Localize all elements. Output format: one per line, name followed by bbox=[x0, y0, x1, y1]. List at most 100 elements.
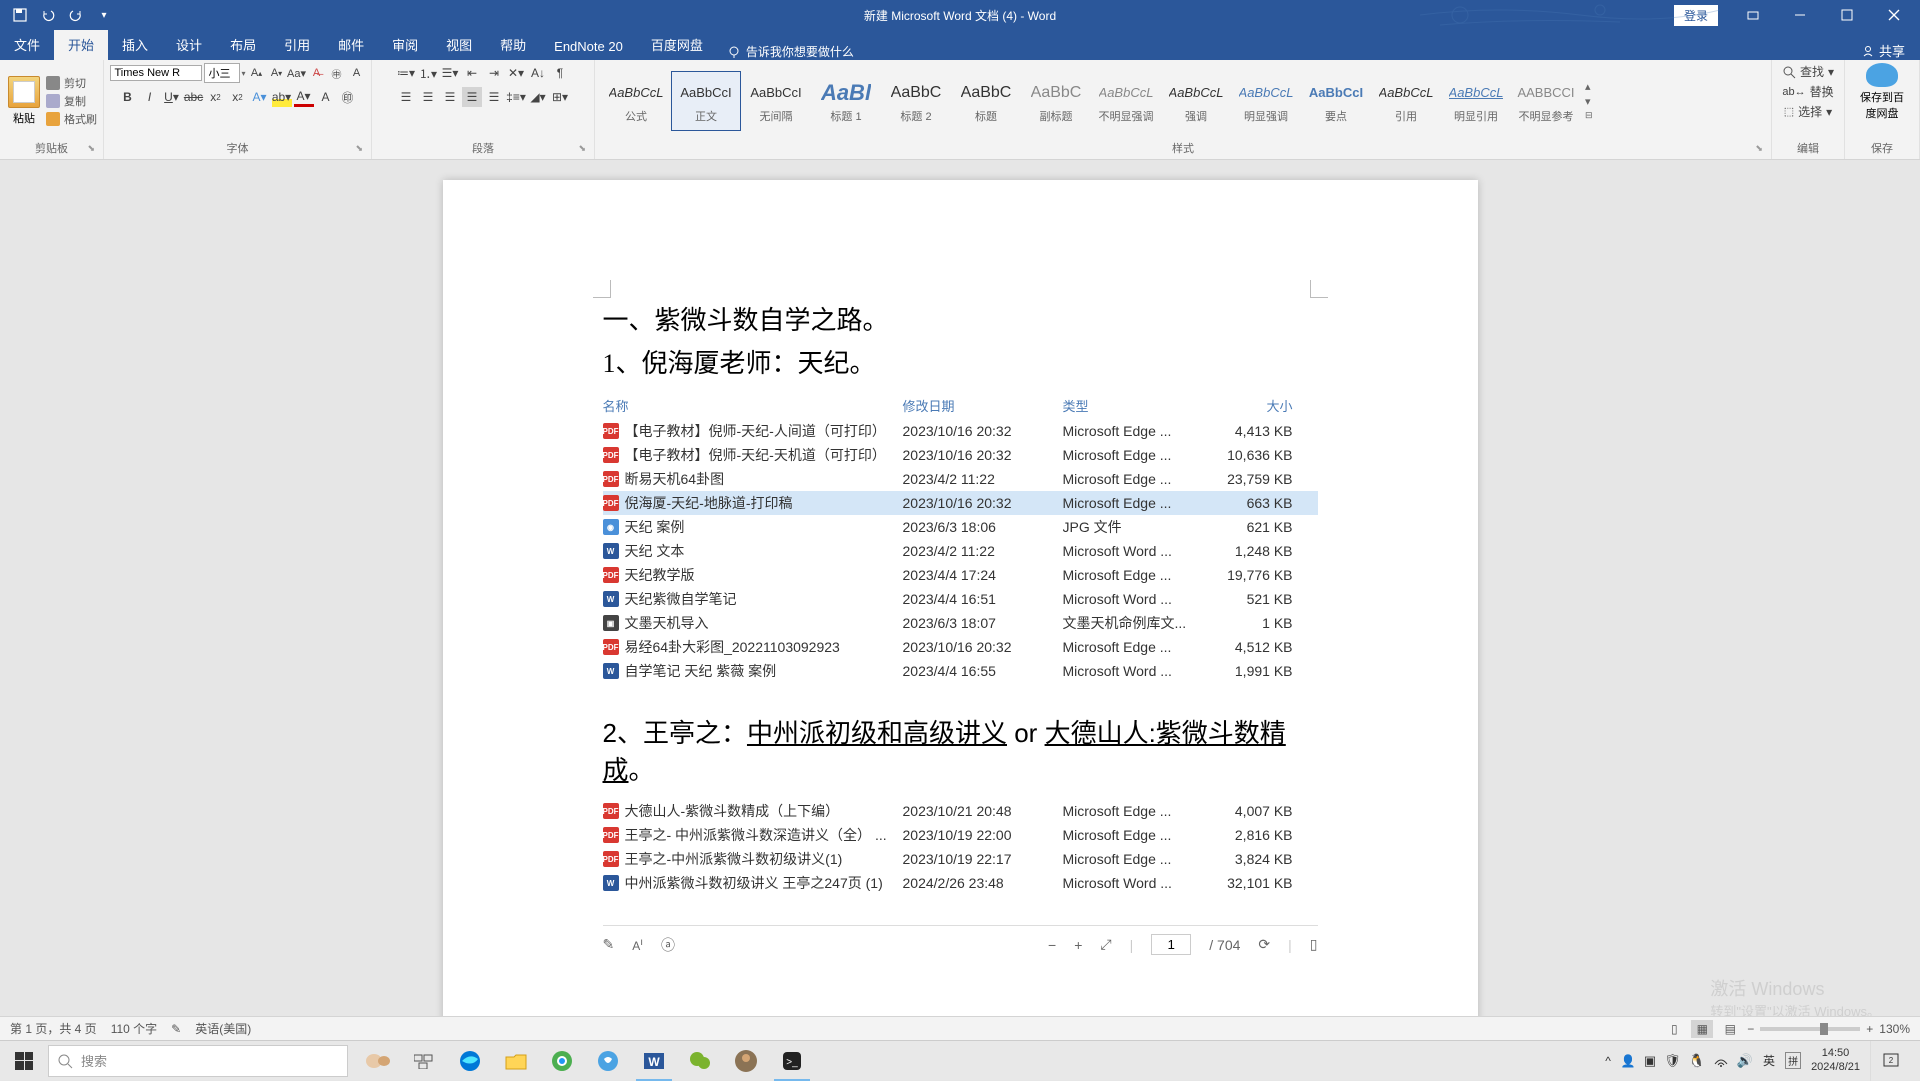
char-border-icon[interactable]: A bbox=[348, 63, 366, 83]
tab-home[interactable]: 开始 bbox=[54, 29, 108, 60]
style-item[interactable]: AaBbCcL公式 bbox=[601, 71, 671, 131]
maximize-icon[interactable] bbox=[1824, 0, 1869, 30]
font-name-input[interactable]: Times New R bbox=[110, 65, 202, 81]
zoom-level[interactable]: 130% bbox=[1879, 1022, 1910, 1036]
align-center-icon[interactable]: ☰ bbox=[418, 87, 438, 107]
clipboard-launcher-icon[interactable]: ⬊ bbox=[87, 143, 95, 154]
print-layout-icon[interactable]: ▦ bbox=[1691, 1020, 1713, 1038]
tab-endnote[interactable]: EndNote 20 bbox=[540, 33, 637, 60]
read-aloud-icon[interactable]: ⓐ bbox=[661, 935, 675, 955]
tray-qq-icon[interactable]: 🐧 bbox=[1689, 1053, 1705, 1069]
tab-references[interactable]: 引用 bbox=[270, 29, 324, 60]
style-item[interactable]: AaBbCcI正文 bbox=[671, 71, 741, 131]
start-button[interactable] bbox=[0, 1041, 48, 1081]
style-item[interactable]: AaBbCcL强调 bbox=[1161, 71, 1231, 131]
paste-button[interactable]: 粘贴 bbox=[6, 74, 42, 128]
borders-icon[interactable]: ⊞▾ bbox=[550, 87, 570, 107]
numbering-icon[interactable]: ⒈▾ bbox=[418, 63, 438, 83]
zoom-out-button[interactable]: − bbox=[1747, 1022, 1754, 1036]
subscript-button[interactable]: x2 bbox=[206, 87, 226, 107]
save-cloud-button[interactable]: 保存到百度网盘 bbox=[1857, 63, 1907, 121]
page-number-input[interactable] bbox=[1151, 934, 1191, 955]
style-item[interactable]: AABBCCI不明显参考 bbox=[1511, 71, 1581, 131]
style-item[interactable]: AaBbCcL不明显强调 bbox=[1091, 71, 1161, 131]
style-item[interactable]: AaBbCcI无间隔 bbox=[741, 71, 811, 131]
styles-launcher-icon[interactable]: ⬊ bbox=[1755, 143, 1763, 154]
text-effects-icon[interactable]: A▾ bbox=[250, 87, 270, 107]
style-item[interactable]: AaBl标题 1 bbox=[811, 71, 881, 131]
rotate-icon[interactable]: ⟳ bbox=[1258, 936, 1270, 953]
replace-button[interactable]: ab↔替换 bbox=[1782, 83, 1833, 100]
share-button[interactable]: 共享 bbox=[1861, 41, 1905, 60]
app-word[interactable]: W bbox=[632, 1041, 676, 1081]
underline-button[interactable]: U▾ bbox=[162, 87, 182, 107]
language-status[interactable]: 英语(美国) bbox=[195, 1020, 251, 1037]
tab-insert[interactable]: 插入 bbox=[108, 29, 162, 60]
app-terminal[interactable]: >_ bbox=[770, 1041, 814, 1081]
tab-layout[interactable]: 布局 bbox=[216, 29, 270, 60]
increase-indent-icon[interactable]: ⇥ bbox=[484, 63, 504, 83]
change-case-icon[interactable]: Aa▾ bbox=[288, 63, 306, 83]
format-painter-button[interactable]: 格式刷 bbox=[46, 111, 97, 127]
minimize-icon[interactable] bbox=[1777, 0, 1822, 30]
word-count[interactable]: 110 个字 bbox=[111, 1020, 157, 1037]
styles-more-icon[interactable]: ▴▾⊟ bbox=[1581, 80, 1597, 121]
style-item[interactable]: AaBbC副标题 bbox=[1021, 71, 1091, 131]
app-explorer[interactable] bbox=[494, 1041, 538, 1081]
tray-overflow-icon[interactable]: ^ bbox=[1605, 1054, 1611, 1068]
close-icon[interactable] bbox=[1871, 0, 1916, 30]
document-area[interactable]: 一、紫微斗数自学之路。 1、倪海厦老师：天纪。 名称 修改日期 类型 大小 PD… bbox=[0, 160, 1920, 1045]
asian-layout-icon[interactable]: ✕▾ bbox=[506, 63, 526, 83]
copy-button[interactable]: 复制 bbox=[46, 93, 97, 109]
phonetic-icon[interactable]: ㊥ bbox=[328, 63, 346, 83]
tab-file[interactable]: 文件 bbox=[0, 29, 54, 60]
tab-baidu[interactable]: 百度网盘 bbox=[637, 29, 717, 60]
spell-check-icon[interactable]: ✎ bbox=[171, 1022, 181, 1036]
tab-design[interactable]: 设计 bbox=[162, 29, 216, 60]
style-item[interactable]: AaBbCcL明显引用 bbox=[1441, 71, 1511, 131]
show-marks-icon[interactable]: ¶ bbox=[550, 63, 570, 83]
style-item[interactable]: AaBbCcL明显强调 bbox=[1231, 71, 1301, 131]
line-spacing-icon[interactable]: ‡≡▾ bbox=[506, 87, 526, 107]
zoom-in-button[interactable]: + bbox=[1866, 1022, 1873, 1036]
tab-help[interactable]: 帮助 bbox=[486, 29, 540, 60]
find-button[interactable]: 查找▾ bbox=[1782, 63, 1834, 80]
text-tool-icon[interactable]: Aı bbox=[632, 937, 643, 953]
tab-view[interactable]: 视图 bbox=[432, 29, 486, 60]
shrink-font-icon[interactable]: A▾ bbox=[268, 63, 286, 83]
superscript-button[interactable]: x2 bbox=[228, 87, 248, 107]
tab-mailings[interactable]: 邮件 bbox=[324, 29, 378, 60]
italic-button[interactable]: I bbox=[140, 87, 160, 107]
select-button[interactable]: ⬚选择▾ bbox=[1784, 103, 1832, 120]
tab-review[interactable]: 审阅 bbox=[378, 29, 432, 60]
tell-me-search[interactable]: 告诉我你想要做什么 bbox=[727, 43, 854, 60]
app-assistant[interactable] bbox=[356, 1041, 400, 1081]
tray-ime[interactable]: 英 bbox=[1763, 1052, 1775, 1069]
notification-icon[interactable]: 2 bbox=[1870, 1041, 1910, 1081]
multilevel-icon[interactable]: ☰▾ bbox=[440, 63, 460, 83]
app-baidu[interactable] bbox=[586, 1041, 630, 1081]
taskbar-search[interactable]: 搜索 bbox=[48, 1045, 348, 1077]
save-icon[interactable] bbox=[10, 5, 30, 25]
zoom-out-icon[interactable]: − bbox=[1048, 937, 1056, 953]
qat-more-icon[interactable]: ▾ bbox=[94, 5, 114, 25]
align-justify-icon[interactable]: ☰ bbox=[462, 87, 482, 107]
bullets-icon[interactable]: ≔▾ bbox=[396, 63, 416, 83]
paragraph-launcher-icon[interactable]: ⬊ bbox=[578, 143, 586, 154]
align-left-icon[interactable]: ☰ bbox=[396, 87, 416, 107]
redo-icon[interactable] bbox=[66, 5, 86, 25]
zoom-in-icon[interactable]: + bbox=[1074, 937, 1082, 953]
draw-icon[interactable]: ✎ bbox=[603, 936, 615, 953]
app-edge[interactable] bbox=[448, 1041, 492, 1081]
task-view-icon[interactable] bbox=[402, 1041, 446, 1081]
bold-button[interactable]: B bbox=[118, 87, 138, 107]
char-shading-icon[interactable]: A bbox=[316, 87, 336, 107]
sort-icon[interactable]: A↓ bbox=[528, 63, 548, 83]
style-item[interactable]: AaBbC标题 bbox=[951, 71, 1021, 131]
clear-format-icon[interactable]: A̶ bbox=[308, 63, 326, 83]
read-mode-icon[interactable]: ▯ bbox=[1663, 1020, 1685, 1038]
tray-defender-icon[interactable]: 🛡 bbox=[1664, 1053, 1681, 1069]
app-chrome[interactable] bbox=[540, 1041, 584, 1081]
fit-page-icon[interactable]: ⤢ bbox=[1100, 936, 1111, 953]
tray-people-icon[interactable]: 👤 bbox=[1621, 1054, 1636, 1068]
